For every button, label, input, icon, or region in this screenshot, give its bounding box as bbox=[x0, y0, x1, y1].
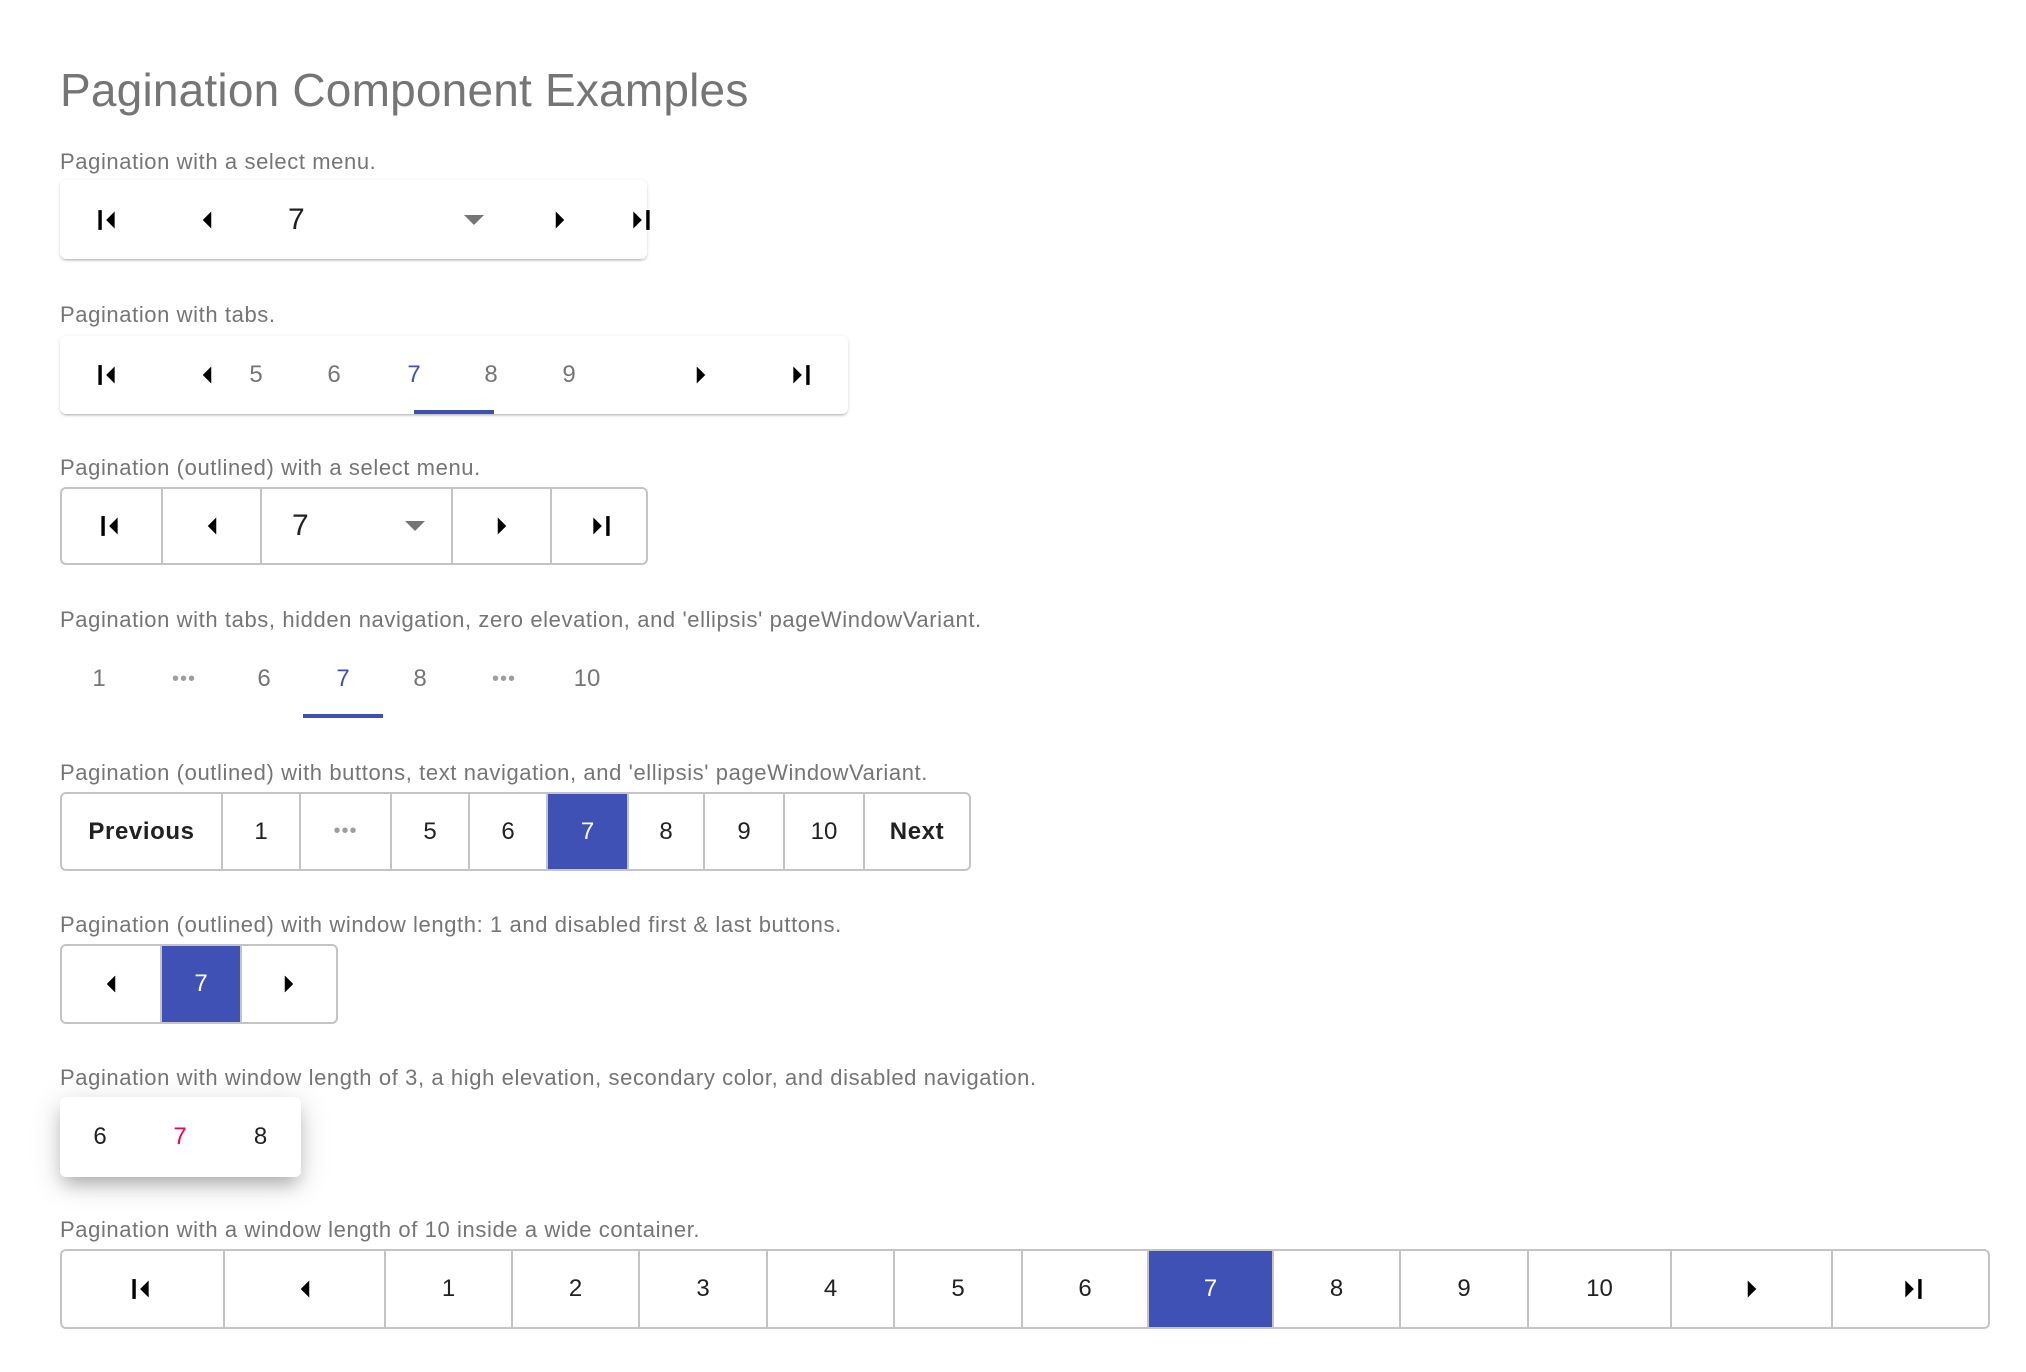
page-tab-5[interactable]: 5 bbox=[217, 336, 295, 414]
page-button-9[interactable]: 9 bbox=[703, 794, 783, 869]
page-select-value: 7 bbox=[292, 509, 309, 542]
page-tab-7-selected[interactable]: 7 bbox=[303, 640, 383, 718]
last-page-icon bbox=[782, 358, 816, 392]
pagination-outlined-buttons: Previous 1 ••• 5 6 7 8 9 10 Next bbox=[60, 792, 971, 871]
page-button-7-selected[interactable]: 7 bbox=[140, 1097, 220, 1177]
previous-button[interactable]: Previous bbox=[62, 794, 221, 869]
example-2-label: Pagination with tabs. bbox=[60, 302, 276, 327]
example-3-label: Pagination (outlined) with a select menu… bbox=[60, 455, 481, 480]
first-page-icon bbox=[95, 509, 129, 543]
chevron-right-icon bbox=[543, 203, 577, 237]
page-tab-6[interactable]: 6 bbox=[295, 336, 373, 414]
page-select-value: 7 bbox=[288, 202, 305, 236]
page-button-9[interactable]: 9 bbox=[1399, 1251, 1527, 1327]
pagination-outlined-select: 7 bbox=[60, 487, 648, 565]
last-page-icon bbox=[622, 203, 656, 237]
page-tab-10[interactable]: 10 bbox=[548, 640, 626, 718]
page-button-6[interactable]: 6 bbox=[468, 794, 546, 869]
page-button-10[interactable]: 10 bbox=[1527, 1251, 1670, 1327]
previous-page-button[interactable] bbox=[62, 946, 160, 1022]
page-select[interactable]: 7 bbox=[256, 180, 508, 259]
ellipsis-icon: ••• bbox=[491, 667, 516, 690]
page-tab-6[interactable]: 6 bbox=[225, 640, 303, 718]
first-page-button[interactable] bbox=[60, 180, 158, 259]
chevron-right-icon bbox=[684, 358, 718, 392]
page-button-1[interactable]: 1 bbox=[221, 794, 299, 869]
pagination-secondary-elevated: 6 7 8 bbox=[60, 1097, 301, 1177]
example-6-label: Pagination (outlined) with window length… bbox=[60, 912, 842, 937]
last-page-icon bbox=[1894, 1272, 1928, 1306]
page-button-5[interactable]: 5 bbox=[390, 794, 468, 869]
pagination-tabs: 5 6 7 8 9 bbox=[60, 336, 848, 414]
page-button-7-selected[interactable]: 7 bbox=[160, 946, 240, 1022]
page-button-2[interactable]: 2 bbox=[511, 1251, 638, 1327]
first-page-button[interactable] bbox=[62, 1251, 223, 1327]
page-tab-7-selected[interactable]: 7 bbox=[374, 336, 454, 414]
last-page-button[interactable] bbox=[1831, 1251, 1988, 1327]
page-button-3[interactable]: 3 bbox=[638, 1251, 766, 1327]
page-button-1[interactable]: 1 bbox=[384, 1251, 511, 1327]
example-1-label: Pagination with a select menu. bbox=[60, 149, 377, 174]
chevron-left-icon bbox=[288, 1272, 322, 1306]
last-page-button[interactable] bbox=[550, 489, 646, 563]
page-button-8[interactable]: 8 bbox=[627, 794, 703, 869]
previous-page-button[interactable] bbox=[158, 180, 256, 259]
next-page-button[interactable] bbox=[451, 489, 550, 563]
pagination-outlined-window-1: 7 bbox=[60, 944, 338, 1024]
chevron-left-icon bbox=[94, 967, 128, 1001]
pagination-wide: 1 2 3 4 5 6 7 8 9 10 bbox=[60, 1249, 1990, 1329]
pagination-select: 7 bbox=[60, 180, 647, 259]
previous-page-button[interactable] bbox=[223, 1251, 384, 1327]
page-tab-8[interactable]: 8 bbox=[452, 336, 530, 414]
example-5-label: Pagination (outlined) with buttons, text… bbox=[60, 760, 928, 785]
page-tab-9[interactable]: 9 bbox=[530, 336, 608, 414]
next-page-button[interactable] bbox=[1670, 1251, 1831, 1327]
example-8-label: Pagination with a window length of 10 in… bbox=[60, 1217, 701, 1242]
tab-indicator bbox=[303, 714, 383, 718]
first-page-button[interactable] bbox=[62, 489, 161, 563]
next-button[interactable]: Next bbox=[863, 794, 969, 869]
chevron-left-icon bbox=[190, 203, 224, 237]
ellipsis-icon: ••• bbox=[171, 667, 196, 690]
page-button-7-selected[interactable]: 7 bbox=[1147, 1251, 1272, 1327]
page-button-5[interactable]: 5 bbox=[893, 1251, 1021, 1327]
chevron-right-icon bbox=[272, 967, 306, 1001]
next-page-button[interactable] bbox=[240, 946, 336, 1022]
example-4-label: Pagination with tabs, hidden navigation,… bbox=[60, 607, 982, 632]
first-page-tab[interactable] bbox=[60, 336, 158, 414]
pagination-tabs-ellipsis: 1 ••• 6 7 8 ••• 10 bbox=[60, 640, 650, 718]
chevron-right-icon bbox=[485, 509, 519, 543]
previous-page-button[interactable] bbox=[161, 489, 260, 563]
arrow-drop-down-icon bbox=[405, 521, 425, 531]
arrow-drop-down-icon bbox=[464, 214, 484, 225]
page-button-6[interactable]: 6 bbox=[1021, 1251, 1147, 1327]
last-page-button[interactable] bbox=[590, 180, 688, 259]
last-page-icon bbox=[582, 509, 616, 543]
last-page-tab[interactable] bbox=[750, 336, 848, 414]
chevron-left-icon bbox=[195, 509, 229, 543]
page-button-10[interactable]: 10 bbox=[783, 794, 863, 869]
example-7-label: Pagination with window length of 3, a hi… bbox=[60, 1065, 1037, 1090]
page-button-4[interactable]: 4 bbox=[766, 1251, 893, 1327]
page-button-8[interactable]: 8 bbox=[1272, 1251, 1399, 1327]
ellipsis-icon: ••• bbox=[299, 794, 390, 869]
first-page-icon bbox=[126, 1272, 160, 1306]
page-select[interactable]: 7 bbox=[260, 489, 451, 563]
first-page-icon bbox=[92, 203, 126, 237]
next-page-button[interactable] bbox=[538, 180, 582, 259]
page-button-8[interactable]: 8 bbox=[220, 1097, 301, 1177]
first-page-icon bbox=[92, 358, 126, 392]
tab-indicator bbox=[414, 410, 494, 414]
page-tab-1[interactable]: 1 bbox=[60, 640, 138, 718]
page-tab-8[interactable]: 8 bbox=[381, 640, 459, 718]
chevron-right-icon bbox=[1735, 1272, 1769, 1306]
next-page-tab[interactable] bbox=[652, 336, 750, 414]
page-title: Pagination Component Examples bbox=[60, 64, 749, 116]
page-button-7-selected[interactable]: 7 bbox=[546, 794, 627, 869]
page-button-6[interactable]: 6 bbox=[60, 1097, 140, 1177]
